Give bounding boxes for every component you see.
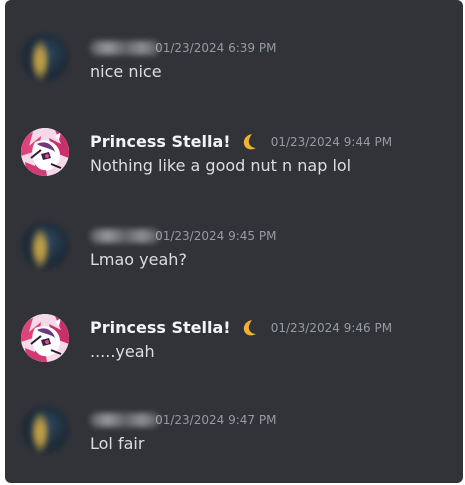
message-text: Nothing like a good nut n nap lol	[90, 156, 352, 175]
crescent-moon-icon	[240, 132, 260, 156]
message-text: .....yeah	[90, 342, 155, 361]
message-timestamp: 01/23/2024 9:46 PM	[270, 321, 393, 335]
chat-message-list: 01/23/2024 6:39 PM nice nice Princess St…	[5, 0, 463, 483]
chat-message: Princess Stella! 01/23/2024 9:46 PM ....…	[5, 312, 463, 382]
anime-character-avatar-icon[interactable]	[21, 128, 69, 176]
message-header: 01/23/2024 9:45 PM	[90, 224, 276, 248]
chat-message: 01/23/2024 9:45 PM Lmao yeah?	[5, 220, 463, 290]
message-header: Princess Stella! 01/23/2024 9:44 PM	[90, 130, 392, 154]
message-text: nice nice	[90, 62, 162, 81]
message-timestamp: 01/23/2024 6:39 PM	[155, 41, 277, 55]
message-text: Lmao yeah?	[90, 250, 187, 269]
blurred-avatar-icon[interactable]	[21, 406, 69, 454]
username[interactable]: Princess Stella!	[90, 316, 231, 340]
redacted-username[interactable]	[90, 41, 160, 55]
message-header: 01/23/2024 6:39 PM	[90, 36, 276, 60]
message-timestamp: 01/23/2024 9:47 PM	[155, 413, 277, 427]
message-header: 01/23/2024 9:47 PM	[90, 408, 276, 432]
chat-message: 01/23/2024 6:39 PM nice nice	[5, 32, 463, 102]
message-text: Lol fair	[90, 434, 145, 453]
message-timestamp: 01/23/2024 9:45 PM	[155, 229, 277, 243]
redacted-username[interactable]	[90, 229, 160, 243]
blurred-avatar-icon[interactable]	[21, 222, 69, 270]
chat-message: 01/23/2024 9:47 PM Lol fair	[5, 404, 463, 474]
message-timestamp: 01/23/2024 9:44 PM	[270, 135, 393, 149]
blurred-avatar-icon[interactable]	[21, 34, 69, 82]
message-header: Princess Stella! 01/23/2024 9:46 PM	[90, 316, 392, 340]
anime-character-avatar-icon[interactable]	[21, 314, 69, 362]
username[interactable]: Princess Stella!	[90, 130, 231, 154]
chat-message: Princess Stella! 01/23/2024 9:44 PM Noth…	[5, 126, 463, 196]
redacted-username[interactable]	[90, 413, 160, 427]
crescent-moon-icon	[240, 318, 260, 342]
